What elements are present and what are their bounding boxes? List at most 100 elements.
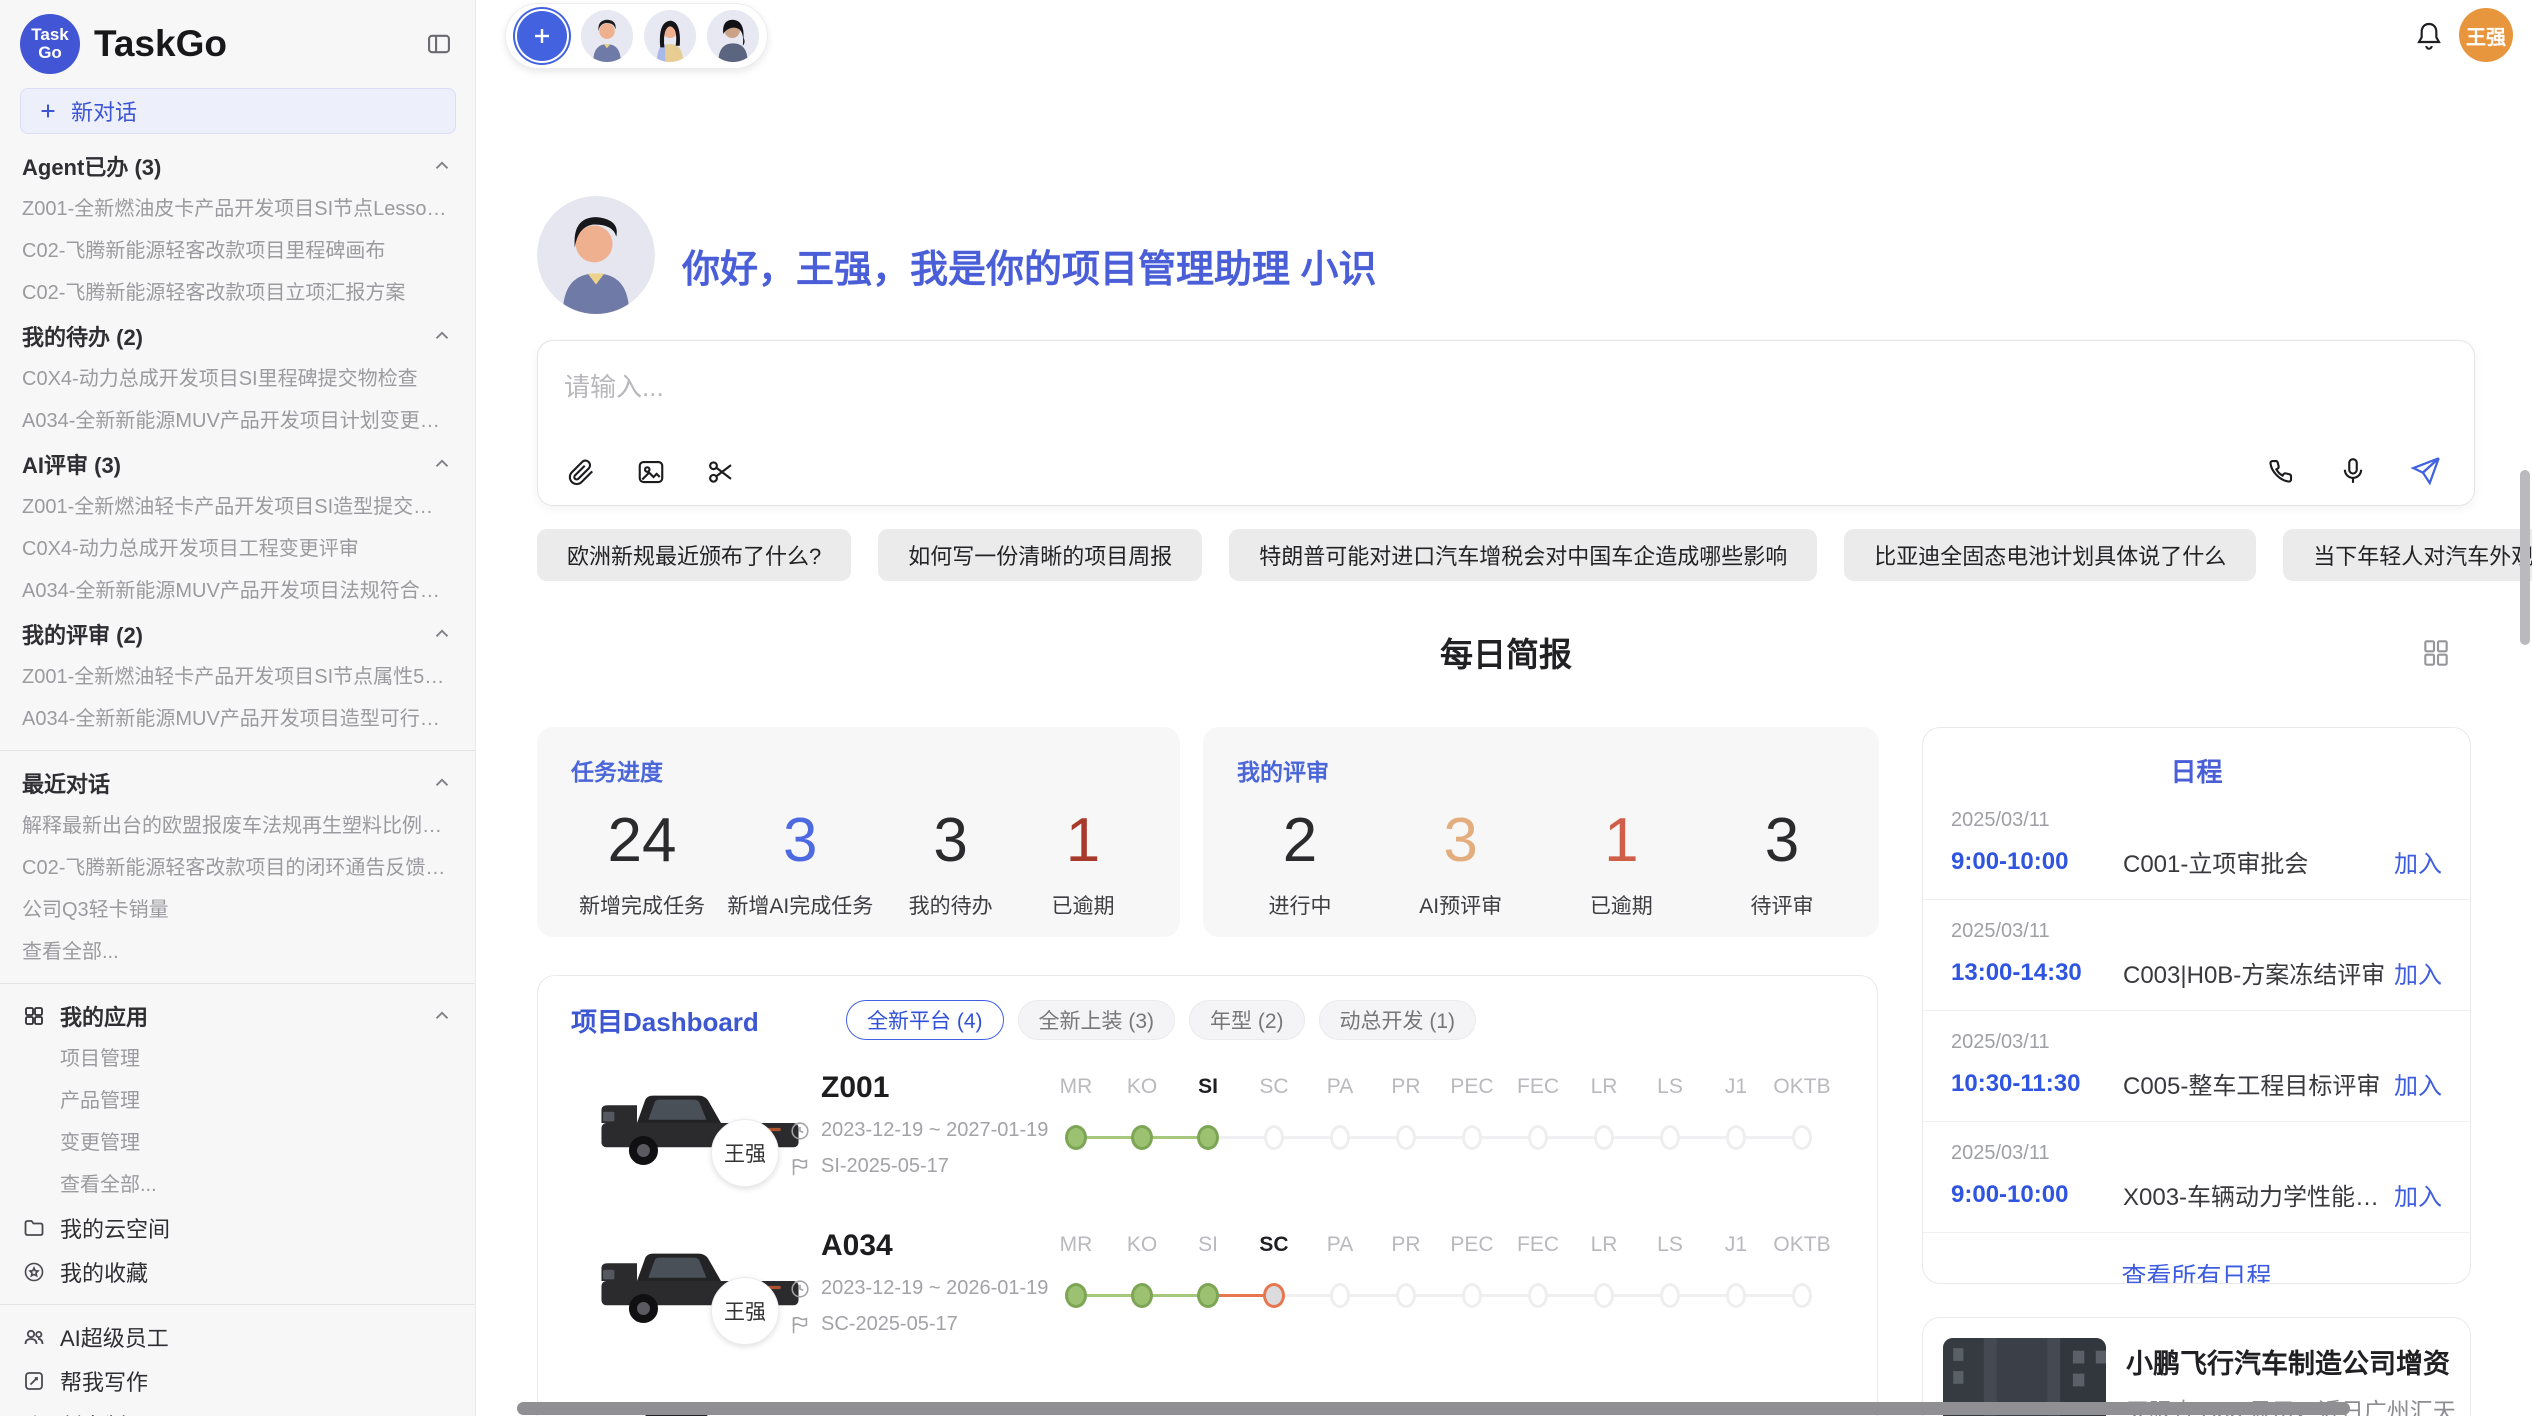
conversation-item[interactable]: Z001-全新燃油轻卡产品开发项目SI节点属性5D文件评审 — [22, 656, 453, 698]
write-icon — [22, 1369, 46, 1393]
section-label: 我的评审 (2) — [22, 618, 143, 650]
project-row-a034[interactable]: 王强 A034 2023-12-19 ~ 2026-01-19 SC-2025-… — [538, 1225, 1877, 1383]
section-label: 我的应用 — [60, 1000, 148, 1032]
chevron-up-icon — [431, 453, 453, 475]
conversation-item[interactable]: C02-飞腾新能源轻客改款项目立项汇报方案 — [22, 272, 453, 314]
app-item-project-mgmt[interactable]: 项目管理 — [22, 1038, 453, 1080]
conversation-item[interactable]: A034-全新新能源MUV产品开发项目造型可行性评审 — [22, 698, 453, 740]
notification-bell-icon[interactable] — [2413, 20, 2445, 52]
conversation-item[interactable]: A034-全新新能源MUV产品开发项目法规符合性评审 — [22, 570, 453, 612]
section-my-todo[interactable]: 我的待办 (2) — [22, 314, 453, 358]
send-icon[interactable] — [2410, 455, 2442, 487]
user-avatar[interactable]: 王强 — [2459, 8, 2513, 62]
project-row-z001[interactable]: 王强 Z001 2023-12-19 ~ 2027-01-19 SI-2025-… — [538, 1067, 1877, 1225]
sidebar-item-label: AI超级员工 — [60, 1321, 169, 1353]
join-link[interactable]: 加入 — [2394, 1066, 2442, 1101]
sidebar-item-ai-super-staff[interactable]: AI超级员工 — [22, 1315, 453, 1359]
greeting-text: 你好，王强，我是你的项目管理助理 小识 — [682, 238, 1377, 293]
schedule-title: 日程 — [1923, 752, 2470, 789]
suggestion-chip[interactable]: 欧洲新规最近颁布了什么? — [537, 529, 851, 581]
schedule-item: 2025/03/11 10:30-11:30 C005-整车工程目标评审 加入 — [1923, 1011, 2470, 1122]
horizontal-scrollbar-thumb[interactable] — [517, 1402, 2350, 1415]
agent-avatar[interactable] — [707, 10, 759, 62]
image-upload-icon[interactable] — [636, 457, 666, 487]
logo-text-bottom: Go — [38, 44, 62, 62]
tab-model-year[interactable]: 年型 (2) — [1189, 1000, 1305, 1040]
chevron-up-icon — [431, 1005, 453, 1027]
conversation-item[interactable]: Z001-全新燃油轻卡产品开发项目SI造型提交物评审 — [22, 486, 453, 528]
schedule-name: C001-立项审批会 — [2123, 844, 2394, 879]
schedule-name: C003|H0B-方案冻结评审 — [2123, 955, 2394, 990]
conversation-item[interactable]: Z001-全新燃油皮卡产品开发项目SI节点Lesson Learn报告 — [22, 188, 453, 230]
conversation-item[interactable]: A034-全新新能源MUV产品开发项目计划变更表编写 — [22, 400, 453, 442]
agent-avatar[interactable] — [581, 10, 633, 62]
chevron-up-icon — [431, 325, 453, 347]
sidebar-item-label: 创意制图 — [60, 1409, 148, 1416]
section-my-review[interactable]: 我的评审 (2) — [22, 612, 453, 656]
layout-grid-icon[interactable] — [2420, 636, 2452, 668]
section-recent-chats[interactable]: 最近对话 — [22, 761, 453, 805]
dashboard-title: 项目Dashboard — [571, 1002, 846, 1039]
app-item-change-mgmt[interactable]: 变更管理 — [22, 1122, 453, 1164]
collapse-sidebar-icon[interactable] — [425, 30, 453, 58]
tab-new-platform[interactable]: 全新平台 (4) — [846, 1000, 1004, 1040]
divider — [0, 983, 475, 984]
sidebar-item-label: 我的云空间 — [60, 1212, 170, 1244]
sidebar-item-cloud-space[interactable]: 我的云空间 — [22, 1206, 453, 1250]
sidebar-item-help-me-write[interactable]: 帮我写作 — [22, 1359, 453, 1403]
app-item-product-mgmt[interactable]: 产品管理 — [22, 1080, 453, 1122]
suggestion-chip[interactable]: 如何写一份清晰的项目周报 — [878, 529, 1202, 581]
join-link[interactable]: 加入 — [2394, 1177, 2442, 1212]
schedule-date: 2025/03/11 — [1951, 1142, 2442, 1165]
recent-chat-item[interactable]: C02-飞腾新能源轻客改款项目的闭环通告反馈情况 — [22, 847, 453, 889]
news-title: 小鹏飞行汽车制造公司增资 — [2126, 1342, 2456, 1381]
input-toolbar-right — [2266, 455, 2442, 487]
sidebar-scroll: Agent已办 (3) Z001-全新燃油皮卡产品开发项目SI节点Lesson … — [0, 134, 475, 1416]
section-my-apps[interactable]: 我的应用 — [22, 994, 453, 1038]
join-link[interactable]: 加入 — [2394, 955, 2442, 990]
view-all-schedule-link[interactable]: 查看所有日程 — [1923, 1257, 2470, 1284]
schedule-time: 9:00-10:00 — [1951, 848, 2123, 876]
conversation-item[interactable]: C0X4-动力总成开发项目SI里程碑提交物检查 — [22, 358, 453, 400]
recent-chat-item[interactable]: 公司Q3轻卡销量 — [22, 889, 453, 931]
flag-icon — [789, 1314, 811, 1336]
microphone-icon[interactable] — [2338, 456, 2368, 486]
suggestion-chip[interactable]: 特朗普可能对进口汽车增税会对中国车企造成哪些影响 — [1229, 529, 1817, 581]
tab-new-body[interactable]: 全新上装 (3) — [1018, 1000, 1176, 1040]
vertical-scrollbar-thumb[interactable] — [2520, 470, 2530, 645]
suggestion-chip[interactable]: 当下年轻人对汽车外观有怎样的喜好趋势 — [2283, 529, 2532, 581]
schedule-item: 2025/03/11 9:00-10:00 C001-立项审批会 加入 — [1923, 789, 2470, 900]
milestone-track: MRKOSISCPAPRPECFECLRLSJ1OKTB — [1043, 1233, 1835, 1333]
new-chat-button[interactable]: 新对话 — [20, 88, 456, 134]
attachment-icon[interactable] — [566, 457, 596, 487]
chat-input[interactable] — [564, 361, 2064, 413]
chevron-up-icon — [431, 623, 453, 645]
section-ai-review[interactable]: AI评审 (3) — [22, 442, 453, 486]
stat-ai-prereview: 3 AI预评审 — [1406, 805, 1516, 920]
voice-call-icon[interactable] — [2266, 456, 2296, 486]
schedule-date: 2025/03/11 — [1951, 1031, 2442, 1054]
project-dashboard-card: 项目Dashboard 全新平台 (4) 全新上装 (3) 年型 (2) 动总开… — [537, 975, 1878, 1416]
suggestion-chip[interactable]: 比亚迪全固态电池计划具体说了什么 — [1844, 529, 2256, 581]
view-all-apps[interactable]: 查看全部... — [22, 1164, 453, 1206]
section-agent-done[interactable]: Agent已办 (3) — [22, 144, 453, 188]
tab-powertrain[interactable]: 动总开发 (1) — [1319, 1000, 1477, 1040]
join-link[interactable]: 加入 — [2394, 844, 2442, 879]
milestone-track: MRKOSISCPAPRPECFECLRLSJ1OKTB — [1043, 1075, 1835, 1175]
conversation-item[interactable]: C0X4-动力总成开发项目工程变更评审 — [22, 528, 453, 570]
schedule-time: 9:00-10:00 — [1951, 1181, 2123, 1209]
sidebar-header: Task Go TaskGo — [0, 0, 475, 82]
sidebar-item-favorites[interactable]: 我的收藏 — [22, 1250, 453, 1294]
screenshot-scissors-icon[interactable] — [706, 457, 736, 487]
sidebar-item-creative-drawing[interactable]: 创意制图 — [22, 1403, 453, 1416]
stat-pending-review: 3 待评审 — [1727, 805, 1837, 920]
schedule-time: 10:30-11:30 — [1951, 1070, 2123, 1098]
add-agent-button[interactable] — [517, 11, 567, 61]
recent-chat-item[interactable]: 解释最新出台的欧盟报废车法规再生塑料比例被调至15%... — [22, 805, 453, 847]
chevron-up-icon — [431, 155, 453, 177]
conversation-item[interactable]: C02-飞腾新能源轻客改款项目里程碑画布 — [22, 230, 453, 272]
view-all-chats[interactable]: 查看全部... — [22, 931, 453, 973]
stat-overdue: 1 已逾期 — [1566, 805, 1676, 920]
schedule-name: C005-整车工程目标评审 — [2123, 1066, 2394, 1101]
agent-avatar[interactable] — [644, 10, 696, 62]
